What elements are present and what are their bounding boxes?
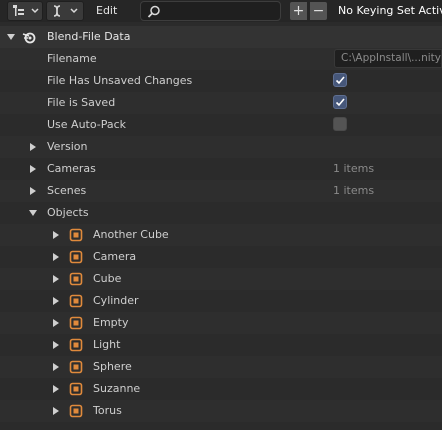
collapsed-arrow-icon[interactable] xyxy=(28,186,38,196)
tree-row-object[interactable]: Cylinder xyxy=(0,290,442,312)
data-api-icon xyxy=(53,5,78,17)
keying-set-status: No Keying Set Active xyxy=(338,4,442,17)
file-saved-checkbox[interactable] xyxy=(333,95,347,109)
outliner-header: Edit + − No Keying Set Active xyxy=(0,0,442,22)
object-name: Empty xyxy=(93,316,129,329)
add-keying-set-button[interactable]: + xyxy=(289,1,308,21)
tree-row-object[interactable]: Camera xyxy=(0,246,442,268)
tree-label: Objects xyxy=(47,206,89,219)
search-icon xyxy=(147,5,160,18)
object-icon xyxy=(69,316,83,330)
collapsed-arrow-icon[interactable] xyxy=(51,318,61,328)
collapsed-arrow-icon[interactable] xyxy=(51,406,61,416)
object-icon xyxy=(69,228,83,242)
property-row-unsaved-changes: File Has Unsaved Changes xyxy=(0,70,442,92)
search-input[interactable] xyxy=(140,1,281,21)
tree-row-cameras[interactable]: Cameras 1 items xyxy=(0,158,442,180)
unsaved-changes-checkbox[interactable] xyxy=(333,73,347,87)
collapsed-arrow-icon[interactable] xyxy=(28,164,38,174)
editor-type-button[interactable] xyxy=(7,1,43,21)
object-name: Another Cube xyxy=(93,228,169,241)
collapsed-arrow-icon[interactable] xyxy=(51,274,61,284)
collapsed-arrow-icon[interactable] xyxy=(51,340,61,350)
property-row-file-saved: File is Saved xyxy=(0,92,442,114)
property-row-auto-pack: Use Auto-Pack xyxy=(0,114,442,136)
tree-row-scenes[interactable]: Scenes 1 items xyxy=(0,180,442,202)
outliner-tree: Blend-File Data Filename C:\AppInstall\.… xyxy=(0,22,442,430)
item-count: 1 items xyxy=(333,162,375,175)
property-row-filename: Filename C:\AppInstall\...nity_ xyxy=(0,48,442,70)
property-label: File is Saved xyxy=(47,96,116,109)
object-name: Cylinder xyxy=(93,294,139,307)
object-name: Suzanne xyxy=(93,382,141,395)
property-label: Use Auto-Pack xyxy=(47,118,127,131)
display-mode-button[interactable] xyxy=(46,1,84,21)
tree-row-objects[interactable]: Objects xyxy=(0,202,442,224)
tree-label: Version xyxy=(47,140,88,153)
object-icon xyxy=(69,294,83,308)
auto-pack-checkbox[interactable] xyxy=(333,117,347,131)
tree-row-partial xyxy=(0,422,442,430)
collapsed-arrow-icon[interactable] xyxy=(51,362,61,372)
tree-row-object[interactable]: Cube xyxy=(0,268,442,290)
tree-row-object[interactable]: Torus xyxy=(0,400,442,422)
tree-row-object[interactable]: Empty xyxy=(0,312,442,334)
expanded-arrow-icon[interactable] xyxy=(6,32,16,42)
tree-row-version[interactable]: Version xyxy=(0,136,442,158)
tree-label: Blend-File Data xyxy=(47,30,131,43)
property-label: Filename xyxy=(47,52,97,65)
tree-row-object[interactable]: Light xyxy=(0,334,442,356)
item-count: 1 items xyxy=(333,184,375,197)
tree-row-object[interactable]: Suzanne xyxy=(0,378,442,400)
collapsed-arrow-icon[interactable] xyxy=(51,252,61,262)
object-icon xyxy=(69,382,83,396)
tree-row-blend-file-data[interactable]: Blend-File Data xyxy=(0,26,442,48)
collapsed-arrow-icon[interactable] xyxy=(28,142,38,152)
collapsed-arrow-icon[interactable] xyxy=(51,230,61,240)
edit-menu[interactable]: Edit xyxy=(96,4,117,17)
object-name: Sphere xyxy=(93,360,132,373)
object-icon xyxy=(69,272,83,286)
object-name: Torus xyxy=(93,404,122,417)
object-icon xyxy=(69,404,83,418)
tree-label: Scenes xyxy=(47,184,87,197)
blender-logo-icon xyxy=(22,32,36,44)
check-icon xyxy=(335,76,345,85)
collapsed-arrow-icon[interactable] xyxy=(51,296,61,306)
property-label: File Has Unsaved Changes xyxy=(47,74,193,87)
outliner-editor-icon xyxy=(13,5,39,16)
expanded-arrow-icon[interactable] xyxy=(28,208,38,218)
object-name: Light xyxy=(93,338,121,351)
object-icon xyxy=(69,250,83,264)
object-icon xyxy=(69,360,83,374)
check-icon xyxy=(335,98,345,107)
object-name: Cube xyxy=(93,272,122,285)
tree-row-object[interactable]: Another Cube xyxy=(0,224,442,246)
object-icon xyxy=(69,338,83,352)
object-name: Camera xyxy=(93,250,137,263)
collapsed-arrow-icon[interactable] xyxy=(51,384,61,394)
tree-label: Cameras xyxy=(47,162,96,175)
tree-row-object[interactable]: Sphere xyxy=(0,356,442,378)
filename-field[interactable]: C:\AppInstall\...nity_ xyxy=(334,49,442,68)
remove-keying-set-button[interactable]: − xyxy=(309,1,328,21)
